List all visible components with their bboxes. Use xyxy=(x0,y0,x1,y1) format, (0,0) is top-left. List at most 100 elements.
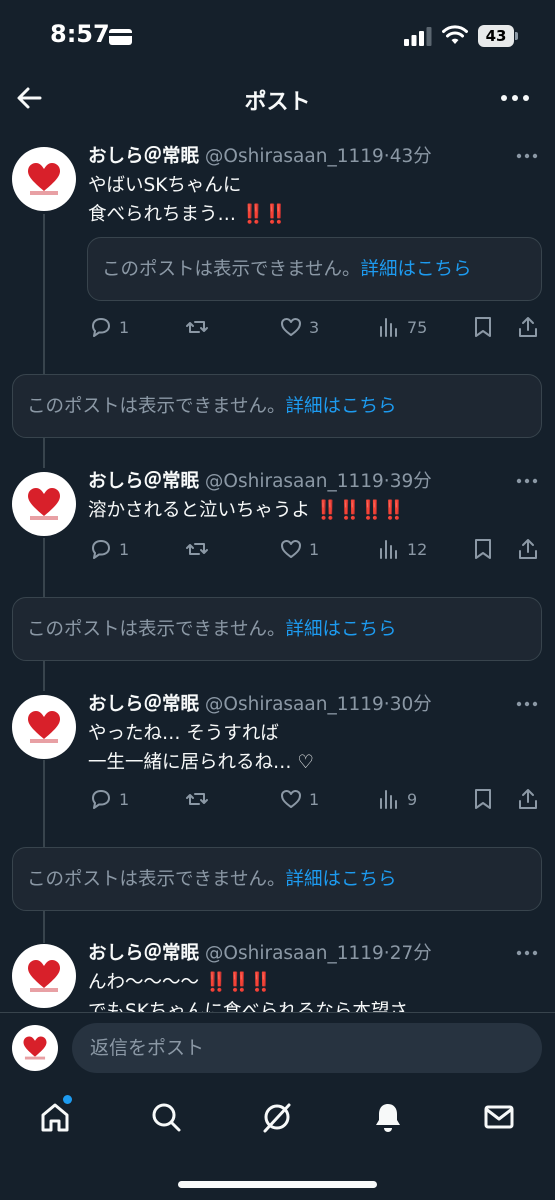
author-name[interactable]: おしら＠常眠 xyxy=(88,694,199,715)
exclamation-emoji: ‼️‼️‼️‼️ xyxy=(315,500,405,521)
post-text-line: やったね… そうすれば xyxy=(88,723,279,744)
post-text-line: んわ〜〜〜〜 ‼️‼️‼️ xyxy=(88,968,272,997)
reply-button[interactable]: 1 xyxy=(89,313,129,341)
share-button[interactable] xyxy=(516,785,540,813)
reply-count: 1 xyxy=(119,539,130,559)
heart-icon xyxy=(281,540,301,558)
repost-icon xyxy=(186,793,208,805)
like-button[interactable]: 1 xyxy=(279,535,319,563)
avatar[interactable] xyxy=(12,944,76,1008)
post-actions: 1 1 9 xyxy=(0,785,555,813)
repost-button[interactable] xyxy=(185,535,209,563)
unavailable-post-notice[interactable]: このポストは表示できません。詳細はこちら xyxy=(12,374,542,438)
repost-button[interactable] xyxy=(185,785,209,813)
post-text-span: 食べられちまう… xyxy=(88,204,237,225)
grok-icon[interactable] xyxy=(260,1100,294,1134)
heart-avatar-icon xyxy=(28,163,60,195)
post-header: おしら＠常眠 @Oshirasaan_1119·43分 xyxy=(88,143,432,171)
details-link[interactable]: 詳細はこちら xyxy=(285,869,396,890)
search-icon[interactable] xyxy=(149,1100,183,1134)
avatar[interactable] xyxy=(12,695,76,759)
post[interactable]: おしら＠常眠 @Oshirasaan_1119·39分 溶かされると泣いちゃうよ… xyxy=(0,468,555,578)
unavailable-quote-card[interactable]: このポストは表示できません。詳細はこちら xyxy=(87,237,542,301)
post-more-icon[interactable] xyxy=(515,476,539,486)
reply-avatar[interactable] xyxy=(12,1025,58,1071)
views-icon xyxy=(380,540,397,559)
avatar[interactable] xyxy=(12,147,76,211)
bookmark-button[interactable] xyxy=(471,535,495,563)
home-icon[interactable] xyxy=(38,1100,72,1134)
more-options-icon[interactable] xyxy=(500,86,530,110)
reply-count: 1 xyxy=(119,317,130,337)
author-name[interactable]: おしら＠常眠 xyxy=(88,943,199,964)
reply-icon xyxy=(92,318,110,337)
author-handle[interactable]: @Oshirasaan_1119 xyxy=(205,146,384,167)
post-time: 30分 xyxy=(389,694,432,715)
post-actions: 1 1 12 xyxy=(0,535,555,563)
post-text-span: 溶かされると泣いちゃうよ xyxy=(88,500,311,521)
post[interactable]: おしら＠常眠 @Oshirasaan_1119·27分 んわ〜〜〜〜 ‼️‼️‼… xyxy=(0,940,555,1012)
details-link[interactable]: 詳細はこちら xyxy=(285,619,396,640)
post-header: おしら＠常眠 @Oshirasaan_1119·30分 xyxy=(88,691,432,719)
unavailable-post-notice[interactable]: このポストは表示できません。詳細はこちら xyxy=(12,847,542,911)
post[interactable]: おしら＠常眠 @Oshirasaan_1119·30分 やったね… そうすれば … xyxy=(0,691,555,831)
post[interactable]: おしら＠常眠 @Oshirasaan_1119·43分 やばいSKちゃんに 食べ… xyxy=(0,143,555,353)
unavailable-notice: このポストは表示できません。詳細はこちら xyxy=(27,865,396,891)
like-count: 1 xyxy=(309,789,320,809)
unavailable-post-notice[interactable]: このポストは表示できません。詳細はこちら xyxy=(12,597,542,661)
avatar[interactable] xyxy=(12,472,76,536)
share-button[interactable] xyxy=(516,313,540,341)
views-icon xyxy=(380,318,397,337)
notifications-icon[interactable] xyxy=(371,1100,405,1134)
exclamation-emoji: ‼️‼️ xyxy=(241,204,287,225)
author-name[interactable]: おしら＠常眠 xyxy=(88,471,199,492)
wallet-card-icon xyxy=(109,29,132,45)
reply-icon xyxy=(92,540,110,559)
like-button[interactable]: 3 xyxy=(279,313,319,341)
thread-line xyxy=(43,438,45,468)
post-time: 43分 xyxy=(389,146,432,167)
thread-line xyxy=(43,661,45,691)
messages-icon[interactable] xyxy=(482,1100,516,1134)
details-link[interactable]: 詳細はこちら xyxy=(360,259,471,280)
author-handle[interactable]: @Oshirasaan_1119 xyxy=(205,694,384,715)
bookmark-button[interactable] xyxy=(471,313,495,341)
post-more-icon[interactable] xyxy=(515,948,539,958)
post-time: 39分 xyxy=(389,471,432,492)
author-handle[interactable]: @Oshirasaan_1119 xyxy=(205,471,384,492)
views-button[interactable]: 12 xyxy=(377,535,427,563)
heart-icon xyxy=(281,318,301,336)
unavailable-notice: このポストは表示できません。詳細はこちら xyxy=(102,255,471,281)
post-text-line: でもSKちゃんに食べられるなら本望さ xyxy=(88,1001,408,1012)
author-handle[interactable]: @Oshirasaan_1119 xyxy=(205,943,384,964)
reply-button[interactable]: 1 xyxy=(89,785,129,813)
author-name[interactable]: おしら＠常眠 xyxy=(88,146,199,167)
repost-button[interactable] xyxy=(185,313,209,341)
like-count: 3 xyxy=(309,317,320,337)
share-icon xyxy=(519,789,537,809)
status-bar: 8:57 43 xyxy=(0,0,555,72)
reply-icon xyxy=(92,790,110,809)
views-button[interactable]: 75 xyxy=(377,313,427,341)
share-button[interactable] xyxy=(516,535,540,563)
post-more-icon[interactable] xyxy=(515,151,539,161)
like-count: 1 xyxy=(309,539,320,559)
heart-icon xyxy=(281,790,301,808)
battery-icon: 43 xyxy=(478,25,518,47)
page-title: ポスト xyxy=(244,90,311,115)
post-more-icon[interactable] xyxy=(515,699,539,709)
reply-input[interactable]: 返信をポスト xyxy=(72,1023,542,1073)
reply-button[interactable]: 1 xyxy=(89,535,129,563)
post-header: おしら＠常眠 @Oshirasaan_1119·39分 xyxy=(88,468,432,496)
views-button[interactable]: 9 xyxy=(377,785,417,813)
bookmark-button[interactable] xyxy=(471,785,495,813)
post-time: 27分 xyxy=(389,943,432,964)
view-count: 75 xyxy=(407,317,428,337)
like-button[interactable]: 1 xyxy=(279,785,319,813)
notice-text: このポストは表示できません。 xyxy=(27,619,286,640)
post-text-line: 一生一緒に居られるね… ♡ xyxy=(88,752,314,773)
post-header: おしら＠常眠 @Oshirasaan_1119·27分 xyxy=(88,940,432,968)
status-time: 8:57 xyxy=(50,20,110,48)
notice-text: このポストは表示できません。 xyxy=(102,259,361,280)
details-link[interactable]: 詳細はこちら xyxy=(285,396,396,417)
